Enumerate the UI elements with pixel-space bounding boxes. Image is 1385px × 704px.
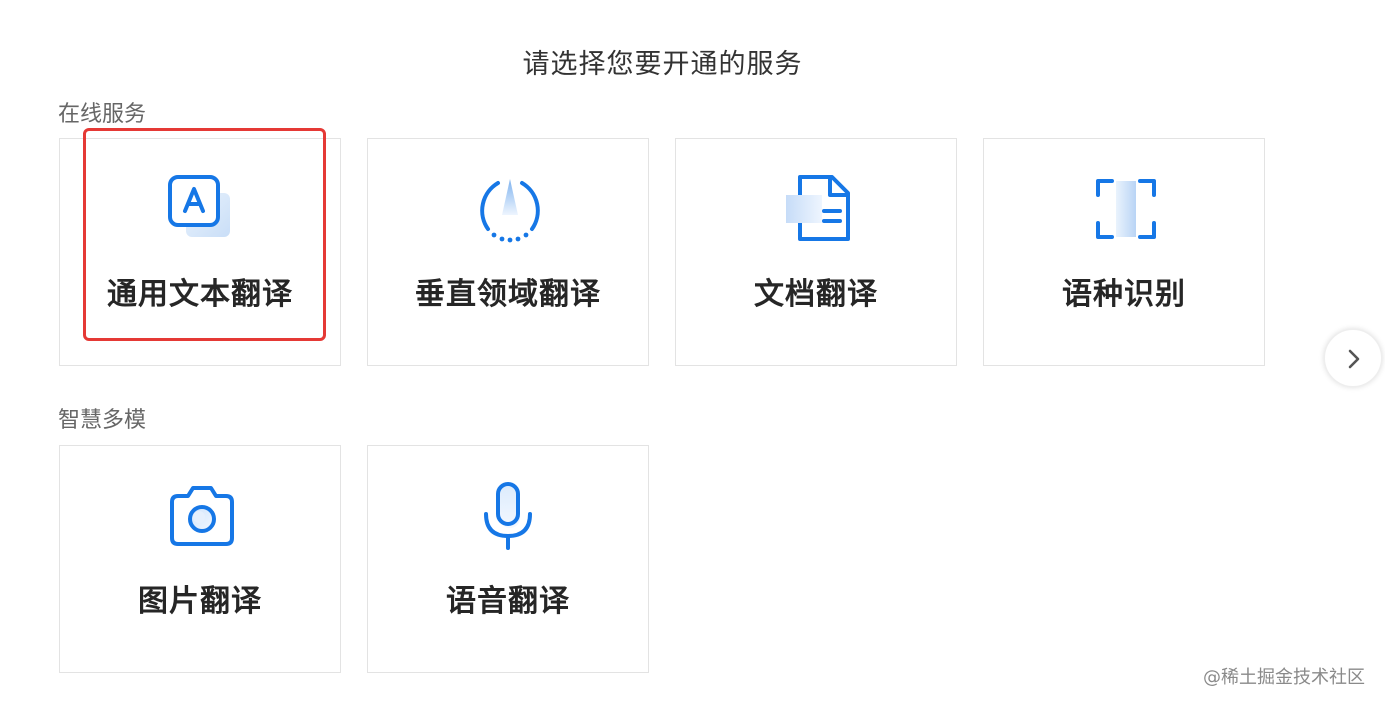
chevron-right-icon: [1348, 349, 1360, 369]
page-title: 请选择您要开通的服务: [522, 49, 803, 80]
next-page-button[interactable]: [1324, 329, 1382, 387]
card-label: 通用文本翻译: [107, 277, 293, 312]
card-label: 语音翻译: [446, 584, 570, 619]
section-title-online-services: 在线服务: [58, 102, 147, 127]
card-label: 图片翻译: [138, 584, 262, 619]
card-language-detection[interactable]: 语种识别: [983, 138, 1265, 366]
card-general-text-translation[interactable]: 通用文本翻译: [59, 138, 341, 366]
camera-icon: [166, 480, 238, 552]
microphone-icon: [474, 480, 546, 552]
card-speech-translation[interactable]: 语音翻译: [367, 445, 649, 673]
section-title-smart-multimodal: 智慧多模: [58, 408, 147, 433]
card-vertical-domain-translation[interactable]: 垂直领域翻译: [367, 138, 649, 366]
document-translate-icon: [782, 173, 854, 245]
card-label: 文档翻译: [754, 277, 878, 312]
text-translate-icon: [166, 173, 238, 245]
card-label: 垂直领域翻译: [415, 277, 601, 312]
watermark: @稀土掘金技术社区: [1203, 667, 1365, 688]
language-detect-icon: [1090, 173, 1162, 245]
domain-translate-icon: [474, 173, 546, 245]
card-image-translation[interactable]: 图片翻译: [59, 445, 341, 673]
card-label: 语种识别: [1062, 277, 1186, 312]
card-document-translation[interactable]: 文档翻译: [675, 138, 957, 366]
